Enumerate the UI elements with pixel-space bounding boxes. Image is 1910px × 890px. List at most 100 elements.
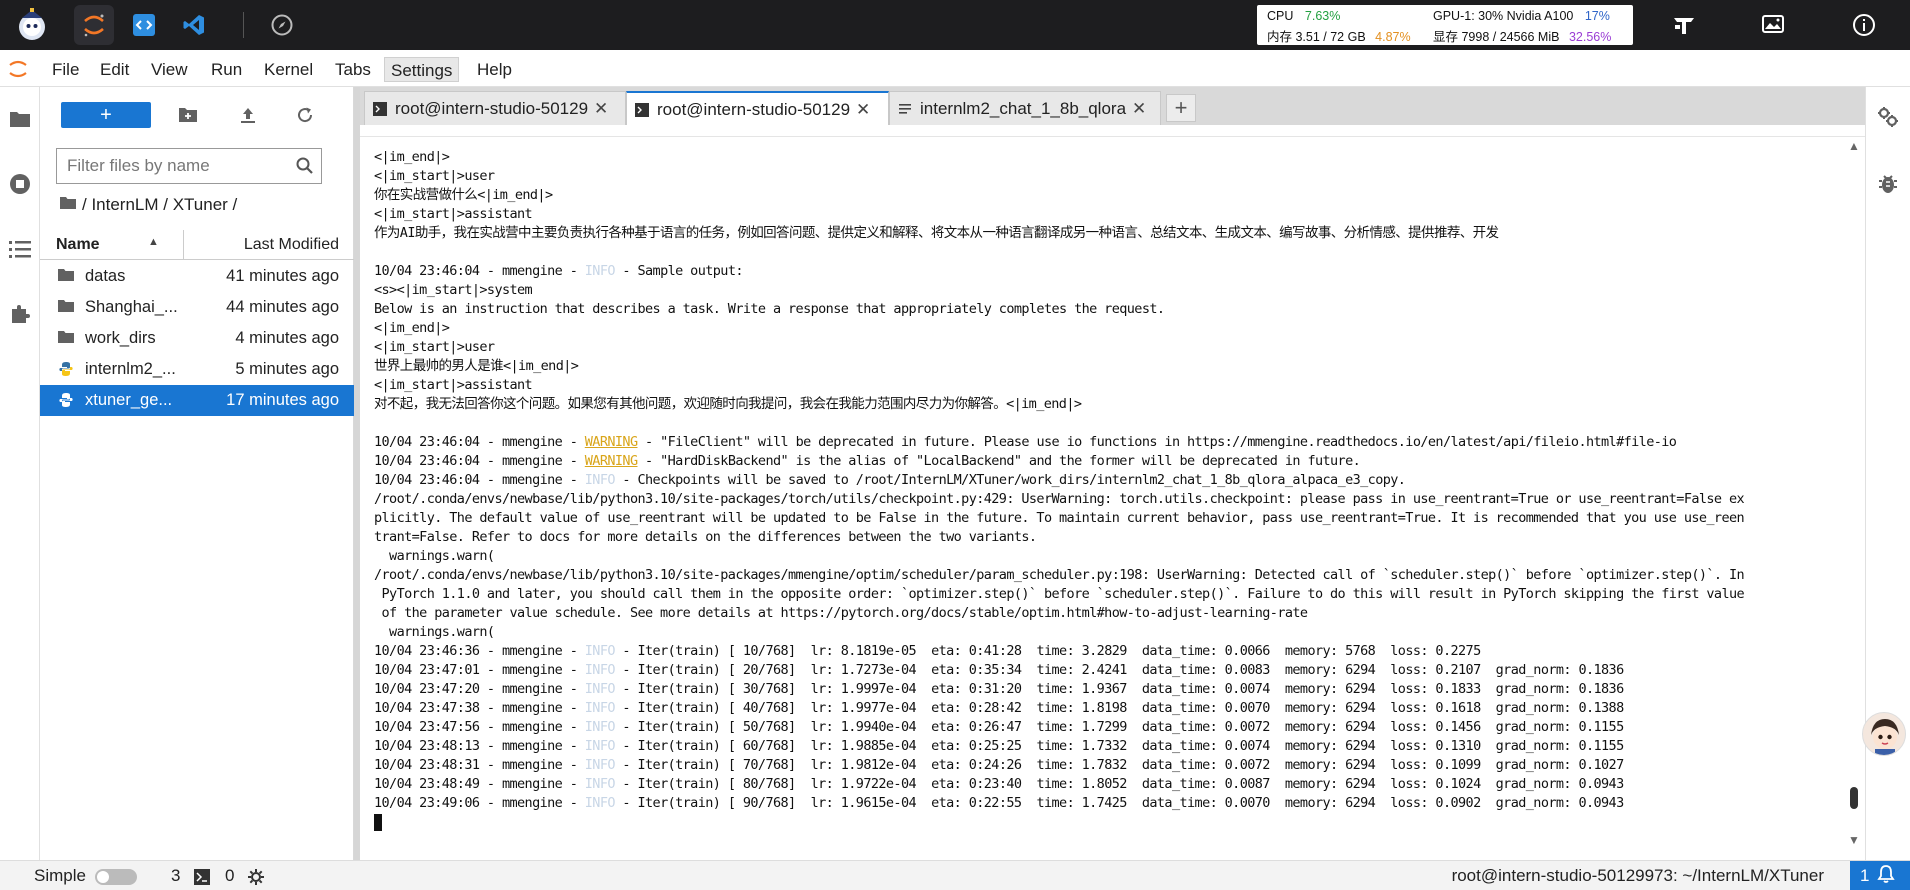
terminal-count-icon <box>194 869 210 890</box>
image-settings-icon[interactable] <box>1757 9 1789 41</box>
kernel-count[interactable]: 3 <box>171 866 180 886</box>
terminal-line: 10/04 23:46:04 - mmengine - WARNING - "H… <box>374 452 1844 471</box>
terminal-scrollbar[interactable]: ▲ ▼ <box>1847 137 1861 847</box>
info-icon[interactable] <box>1848 9 1880 41</box>
sort-ascending-icon[interactable]: ▲ <box>148 236 159 248</box>
terminal-text: <|im_start|>user <box>374 339 495 355</box>
running-kernels-icon[interactable] <box>8 172 32 196</box>
compass-icon[interactable] <box>262 5 302 45</box>
terminal-text: 10/04 23:47:38 - mmengine - <box>374 700 585 716</box>
terminal-text: 你在实战营做什么<|im_end|> <box>374 187 553 203</box>
close-icon[interactable]: ✕ <box>1132 99 1146 119</box>
terminal-text: 对不起，我无法回答你这个问题。如果您有其他问题，欢迎随时向我提问，我会在我能力范… <box>374 396 1082 412</box>
terminal-line: 10/04 23:47:20 - mmengine - INFO - Iter(… <box>374 680 1844 699</box>
terminal-line: 10/04 23:48:13 - mmengine - INFO - Iter(… <box>374 737 1844 756</box>
terminal-text: <s><|im_start|>system <box>374 282 533 298</box>
terminal-count[interactable]: 0 <box>225 866 234 886</box>
new-folder-icon[interactable] <box>176 103 200 127</box>
terminal-icon <box>373 101 387 116</box>
file-row[interactable]: Shanghai_... 44 minutes ago <box>40 292 354 323</box>
terminal-text: - Checkpoints will be saved to /root/Int… <box>614 472 1406 488</box>
file-modified: 44 minutes ago <box>226 298 339 316</box>
file-modified: 5 minutes ago <box>235 360 339 378</box>
memory-label: 内存 3.51 / 72 GB <box>1267 30 1366 44</box>
toolbar-divider <box>243 12 244 38</box>
folder-icon[interactable] <box>60 195 76 215</box>
file-modified: 4 minutes ago <box>235 329 339 347</box>
terminal-line: Below is an instruction that describes a… <box>374 300 1844 319</box>
tab-text-file[interactable]: internlm2_chat_1_8b_qlora ✕ <box>889 91 1161 125</box>
column-last-modified[interactable]: Last Modified <box>244 236 339 254</box>
table-of-contents-icon[interactable] <box>8 237 32 261</box>
terminal-line: of the parameter value schedule. See mor… <box>374 604 1844 623</box>
tab-terminal-1[interactable]: root@intern-studio-50129 ✕ <box>364 91 626 125</box>
menu-edit[interactable]: Edit <box>94 57 135 82</box>
file-row[interactable]: work_dirs 4 minutes ago <box>40 323 354 354</box>
tab-terminal-2[interactable]: root@intern-studio-50129 ✕ <box>626 91 889 126</box>
ai-assistant-logo-icon[interactable] <box>12 5 52 45</box>
log-level-info: INFO <box>584 738 616 754</box>
terminal-line: <s><|im_start|>system <box>374 281 1844 300</box>
property-inspector-icon[interactable] <box>1876 105 1900 129</box>
close-icon[interactable]: ✕ <box>856 100 870 120</box>
new-launcher-button[interactable]: + <box>61 102 151 128</box>
terminal-line: warnings.warn( <box>374 547 1844 566</box>
terminal-line: <|im_start|>assistant <box>374 205 1844 224</box>
menu-view[interactable]: View <box>145 57 194 82</box>
breadcrumb-path[interactable]: / InternLM / XTuner / <box>82 195 237 215</box>
terminal-text: <|im_start|>assistant <box>374 377 533 393</box>
simple-mode-toggle[interactable] <box>95 869 137 885</box>
search-icon <box>295 156 315 179</box>
gear-icon[interactable] <box>247 868 265 890</box>
terminal-text: warnings.warn( <box>374 548 495 564</box>
terminal-line: <|im_start|>user <box>374 338 1844 357</box>
upload-icon[interactable] <box>236 103 260 127</box>
terminal-text: - Iter(train) [ 10/768] lr: 8.1819e-05 e… <box>614 643 1481 659</box>
log-level-warning: WARNING <box>584 453 638 469</box>
terminal-text: <|im_start|>user <box>374 168 495 184</box>
code-editor-icon[interactable] <box>124 5 164 45</box>
close-icon[interactable]: ✕ <box>594 99 608 119</box>
terminal-line: /root/.conda/envs/newbase/lib/python3.10… <box>374 566 1844 585</box>
terminal-output[interactable]: <|im_end|> <|im_start|>user 你在实战营做什么<|im_e… <box>374 148 1844 838</box>
file-row[interactable]: datas 41 minutes ago <box>40 261 354 292</box>
menu-file[interactable]: File <box>46 57 85 82</box>
terminal-text: /root/.conda/envs/newbase/lib/python3.10… <box>374 567 1745 583</box>
debugger-bug-icon[interactable] <box>1876 172 1900 196</box>
folder-icon[interactable] <box>8 107 32 131</box>
file-filter-input[interactable] <box>57 149 277 183</box>
file-row[interactable]: internlm2_... 5 minutes ago <box>40 354 354 385</box>
scroll-down-icon[interactable]: ▼ <box>1848 833 1860 847</box>
assistant-avatar[interactable] <box>1862 712 1906 756</box>
terminal-line: <|im_start|>user <box>374 167 1844 186</box>
column-divider[interactable] <box>183 230 184 260</box>
terminal-text: - Iter(train) [ 20/768] lr: 1.7273e-04 e… <box>614 662 1624 678</box>
log-level-info: INFO <box>584 719 616 735</box>
terminal-text: - Iter(train) [ 60/768] lr: 1.9885e-04 e… <box>614 738 1624 754</box>
menu-tabs[interactable]: Tabs <box>329 57 377 82</box>
menu-settings[interactable]: Settings <box>384 57 460 82</box>
cpu-label: CPU <box>1267 9 1294 23</box>
menu-help[interactable]: Help <box>471 57 518 82</box>
menu-kernel[interactable]: Kernel <box>258 57 319 82</box>
vscode-icon[interactable] <box>174 5 214 45</box>
terminal-line: <|im_end|> <box>374 319 1844 338</box>
notifications-button[interactable]: 1 <box>1850 861 1910 890</box>
log-level-info: INFO <box>584 795 616 811</box>
gpu-usage: 17% <box>1584 9 1610 23</box>
file-row-selected[interactable]: xtuner_ge... 17 minutes ago <box>40 385 354 416</box>
tab-label: root@intern-studio-50129 <box>395 98 589 118</box>
brand-logo-icon[interactable] <box>1668 9 1700 41</box>
jupyter-icon[interactable] <box>74 5 114 45</box>
new-tab-button[interactable]: + <box>1166 94 1196 122</box>
terminal-text: 作为AI助手，我在实战营中主要负责执行各种基于语言的任务，例如回答问题、提供定义… <box>374 225 1499 241</box>
terminal-text: - "FileClient" will be deprecated in fut… <box>637 434 1677 450</box>
terminal-text: - Iter(train) [ 90/768] lr: 1.9615e-04 e… <box>614 795 1624 811</box>
extensions-puzzle-icon[interactable] <box>8 302 32 326</box>
refresh-icon[interactable] <box>293 103 317 127</box>
column-name[interactable]: Name <box>56 236 100 254</box>
scrollbar-thumb[interactable] <box>1850 787 1858 809</box>
scroll-up-icon[interactable]: ▲ <box>1848 139 1860 153</box>
menu-run[interactable]: Run <box>205 57 248 82</box>
file-name: work_dirs <box>85 329 156 347</box>
